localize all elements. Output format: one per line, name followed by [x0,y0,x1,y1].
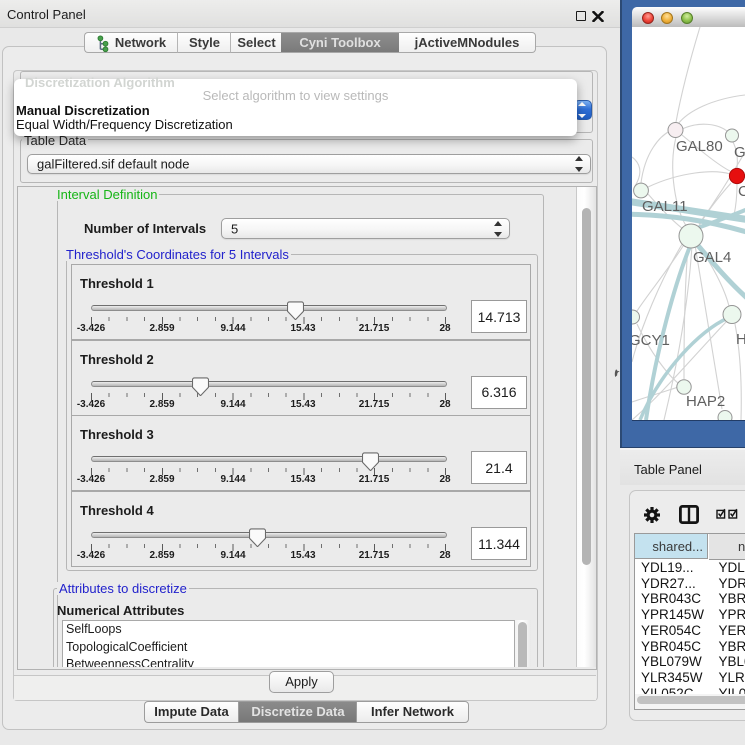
svg-text:GA: GA [734,144,745,161]
svg-text:GAL11: GAL11 [642,198,688,215]
svg-text:GAL4: GAL4 [693,249,731,266]
svg-text:CD: CD [738,183,745,200]
svg-text:GCY1: GCY1 [632,332,670,349]
svg-text:HA: HA [736,331,745,348]
svg-text:GAL80: GAL80 [676,138,723,155]
svg-text:HAP2: HAP2 [686,393,725,410]
